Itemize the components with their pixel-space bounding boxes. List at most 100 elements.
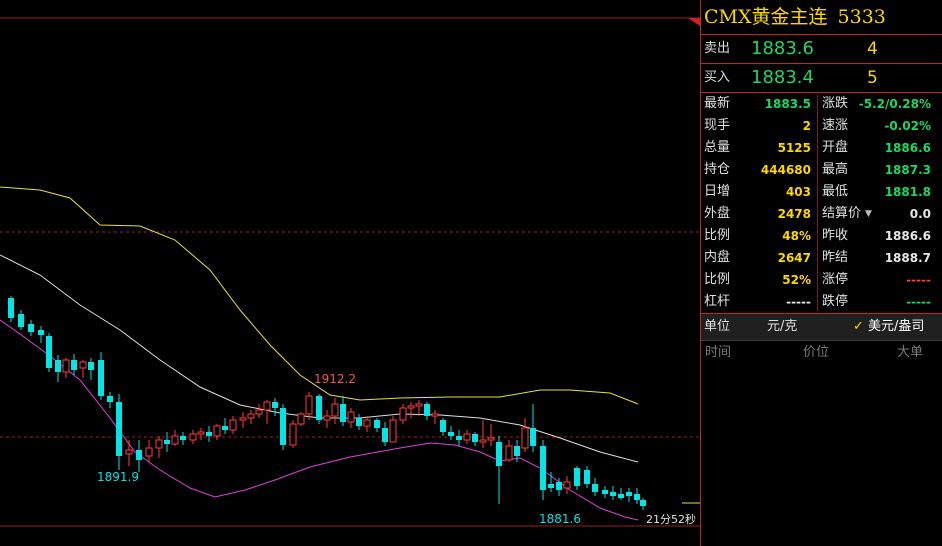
candle-body [584,470,590,484]
chart-canvas[interactable]: 1912.2 1891.9 1881.6 [0,0,700,546]
header-time: 时间 [705,345,732,360]
candle-body [431,413,439,417]
stat-label: 结算价 [822,206,862,221]
header-price: 价位 [803,345,830,360]
stat-left-row: 日增 403 [701,181,817,203]
candle-body [331,403,339,417]
stat-label: 跌停 [822,294,849,309]
countdown-timer: 21分52秒 [646,513,696,526]
stat-value: ----- [786,295,811,309]
stat-right-row: 跌停 ----- [819,291,937,313]
sell-price: 1883.6 [751,38,814,59]
candle-body [189,433,197,441]
candle-body [71,360,77,370]
stat-label: 持仓 [704,162,731,177]
candle-body [38,330,44,335]
stat-left-row: 现手 2 [701,115,817,137]
stat-left-row: 最新 1883.5 [701,93,817,115]
candle-body [280,408,286,445]
candle-body [514,446,520,456]
sell-volume: 4 [867,39,878,59]
candle-body [479,439,487,443]
unit-label: 单位 [704,319,731,334]
dropdown-caret-icon[interactable]: ▼ [865,203,872,225]
candle-body [540,446,546,490]
unit-usd-option[interactable]: 美元/盎司 [868,314,924,340]
stat-value: -0.02% [884,119,931,133]
candle-body [556,482,562,490]
stat-value: 2 [802,119,811,133]
candle-body [592,484,598,492]
header-big-order: 大单 [897,345,924,360]
stat-left-row: 比例 48% [701,225,817,247]
candle-body [316,396,322,420]
candle-body [424,404,430,416]
stat-label: 开盘 [822,140,849,155]
candle-body [8,298,14,318]
stat-label: 总量 [704,140,731,155]
stat-label: 比例 [704,228,731,243]
stat-value: -5.2/0.28% [858,97,931,111]
candle-body [640,500,646,506]
stat-label: 外盘 [704,206,731,221]
candlestick-chart[interactable]: 1912.2 1891.9 1881.6 21分52秒 [0,0,700,546]
quote-panel: CMX黄金主连 5333 卖出 1883.6 4 买入 1883.4 5 最新 18… [700,0,942,546]
stat-label: 速涨 [822,118,849,133]
candle-body [255,409,263,415]
stat-right-row: 速涨 -0.02% [819,115,937,137]
candle-body [98,360,104,396]
candle-body [197,431,205,435]
stat-left-row: 总量 5125 [701,137,817,159]
unit-row: 单位 元/克 ✓ 美元/盎司 [701,314,942,341]
candle-body [521,427,529,449]
stat-value: 1886.6 [884,141,931,155]
stat-value: 48% [782,229,811,243]
candle-body [415,403,423,407]
candle-body [456,436,462,440]
candle-body [347,411,355,423]
stat-label: 比例 [704,272,731,287]
stat-left-row: 外盘 2478 [701,203,817,225]
mid-band-line [0,254,639,463]
candle-body [389,419,397,443]
candle-body [463,433,471,441]
candle-body [626,492,632,496]
candle-body [363,419,371,427]
candle-body [472,434,478,442]
candle-body [496,442,502,466]
stat-right-row: 涨停 ----- [819,269,937,291]
stat-value: ----- [906,273,931,287]
stat-label: 最新 [704,96,731,111]
candle-body [79,361,87,369]
stat-label: 涨停 [822,272,849,287]
stat-label: 杠杆 [704,294,731,309]
candle-body [289,423,297,446]
stat-label: 昨结 [822,250,849,265]
unit-cny-option[interactable]: 元/克 [767,314,797,340]
low-annotation-left: 1891.9 [97,470,139,484]
instrument-code: 5333 [837,6,886,28]
stat-left-row: 比例 52% [701,269,817,291]
candle-body [487,437,495,441]
buy-quote-row[interactable]: 买入 1883.4 5 [701,64,942,93]
candle-body [399,407,407,421]
candle-body [46,336,52,368]
stat-right-row: 昨结 1888.7 [819,247,937,269]
candle-body [272,402,278,408]
stat-value: 5125 [777,141,811,155]
stat-label: 涨跌 [822,96,849,111]
candle-body [448,432,454,436]
stat-left-row: 杠杆 ----- [701,291,817,313]
stats-grid: 最新 1883.5 现手 2 总量 5125 持仓 444680 日增 403 外盘 2478 比例 48… [701,93,942,314]
stat-value: 2478 [777,207,811,221]
buy-label: 买入 [704,70,731,85]
candle-body [548,484,554,488]
stat-left-row: 内盘 2647 [701,247,817,269]
candle-body [305,395,313,415]
corner-marker-icon [688,18,700,26]
buy-volume: 5 [867,68,878,88]
sell-quote-row[interactable]: 卖出 1883.6 4 [701,35,942,64]
candle-body [407,405,415,409]
candle-body [107,396,113,402]
stat-label: 日增 [704,184,731,199]
